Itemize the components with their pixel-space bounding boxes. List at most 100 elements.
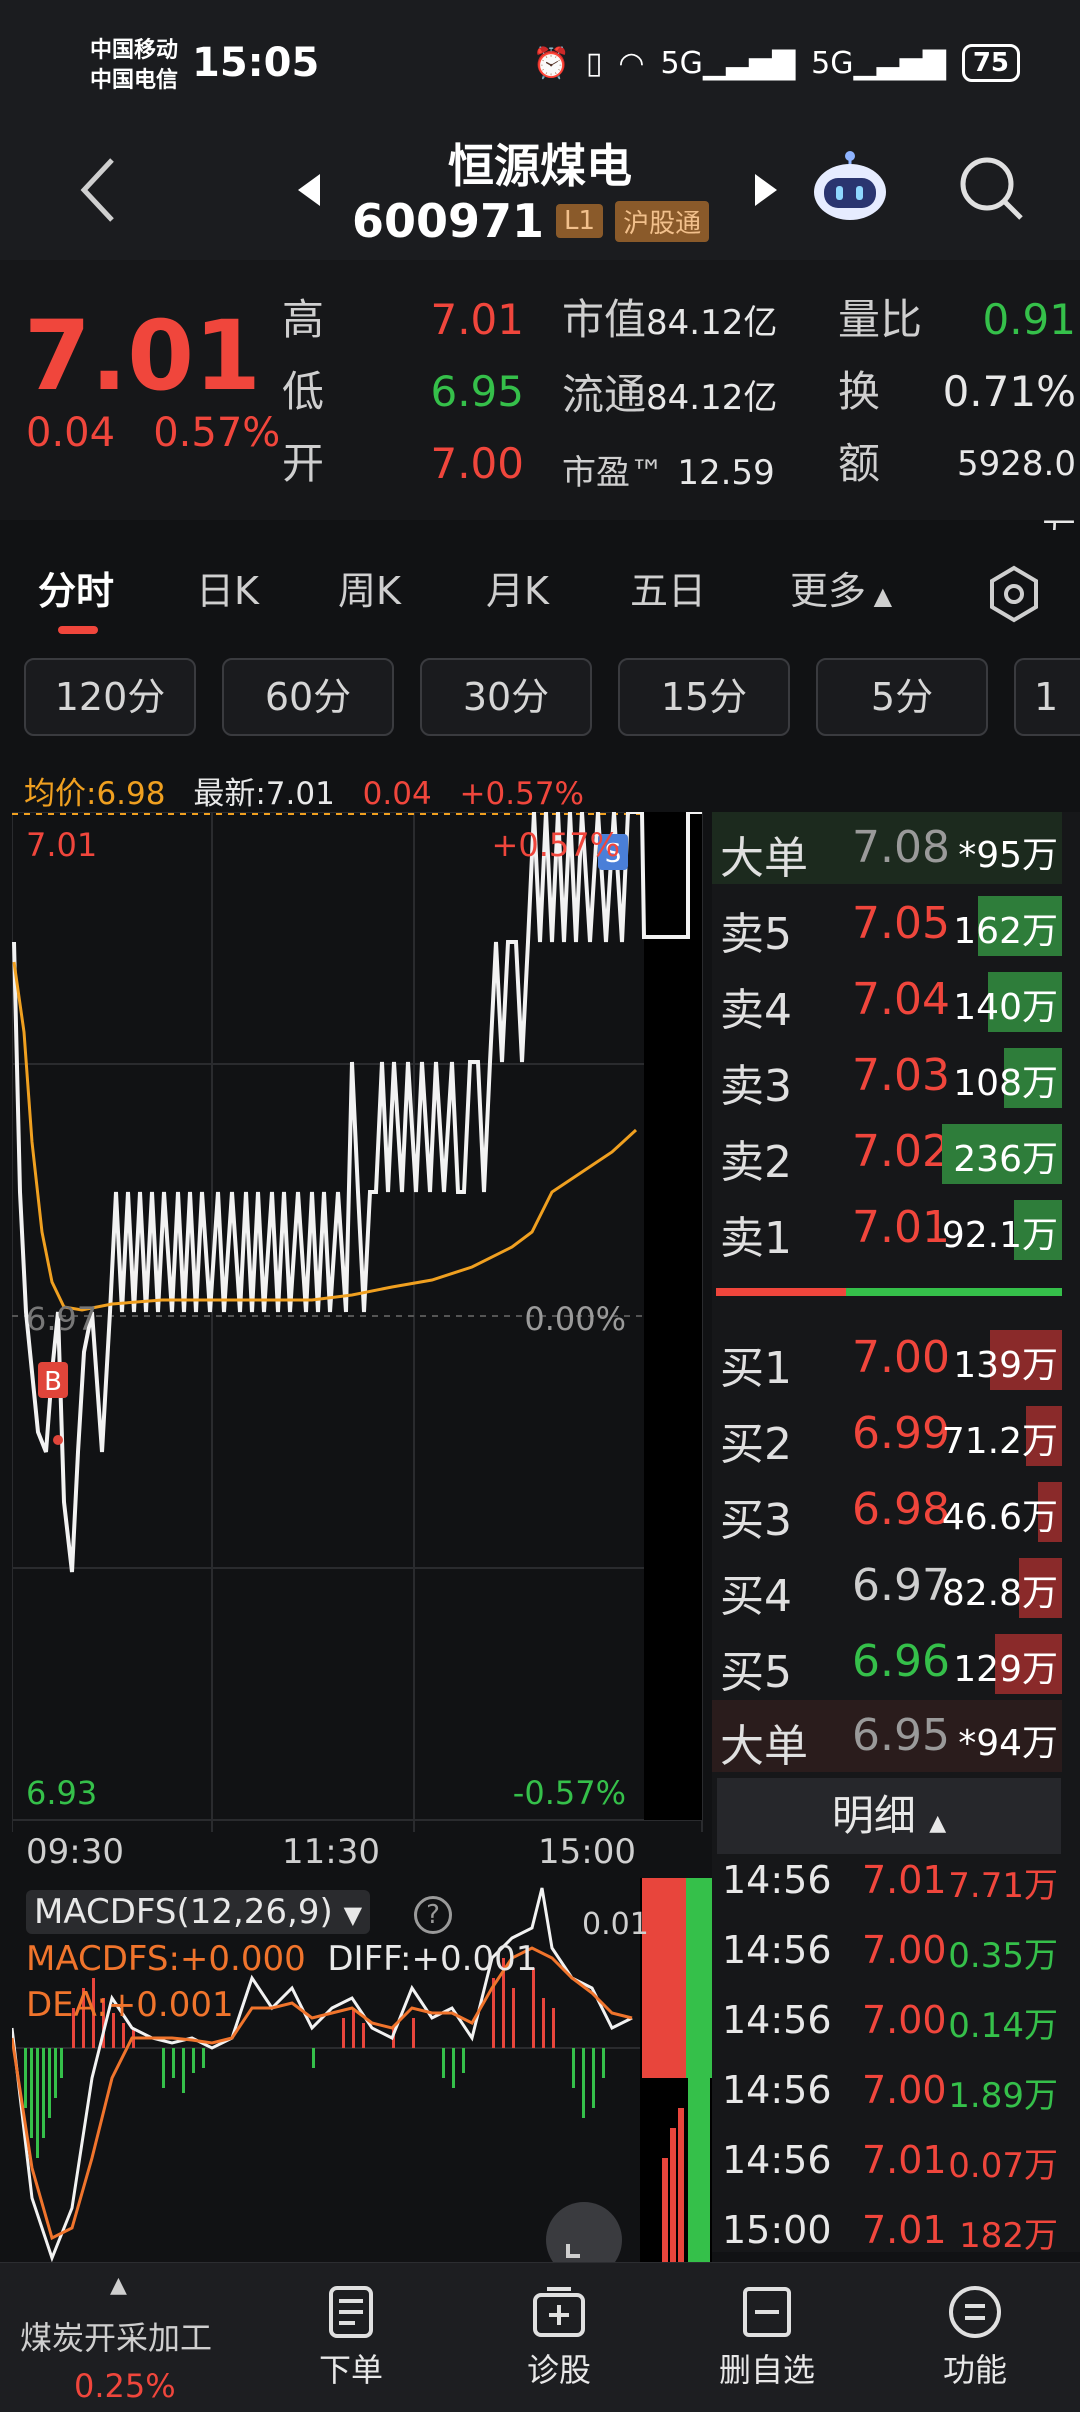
bid-price: 7.00 xyxy=(852,1332,950,1383)
avg-price: 均价:6.98 xyxy=(24,776,166,812)
trade-volume: 7.71万 xyxy=(948,1866,1058,1906)
low-value: 6.95 xyxy=(430,367,524,416)
nav-remove-watchlist[interactable]: 删自选 xyxy=(692,2285,842,2391)
ask-volume: 140万 xyxy=(953,987,1058,1028)
search-button[interactable] xyxy=(955,152,1027,224)
big-sell-label: 大单 xyxy=(720,833,808,884)
signal-2: 5G▁▃▅▇ xyxy=(811,45,946,81)
trade-volume: 0.07万 xyxy=(948,2146,1058,2186)
trade-list[interactable]: 14:56 7.01 7.71万 14:56 7.00 0.35万 14:56 7.00 0.1… xyxy=(712,1854,1080,2262)
ask-row[interactable]: 卖1 7.01 92.1万 xyxy=(712,1192,1062,1264)
title-bar: 恒源煤电 600971 L1 沪股通 xyxy=(0,130,1080,260)
period-120[interactable]: 120分 xyxy=(24,658,196,736)
ask-volume: 162万 xyxy=(953,911,1058,952)
period-60[interactable]: 60分 xyxy=(222,658,394,736)
tab-intraday[interactable]: 分时 xyxy=(38,560,114,615)
trade-row: 14:56 7.00 1.89万 xyxy=(722,2068,1062,2136)
low-label: 低 xyxy=(282,367,325,416)
big-buy-volume: *94万 xyxy=(958,1723,1058,1764)
amount-label: 额 xyxy=(838,439,881,488)
big-sell-row: 大单 7.08 *95万 xyxy=(712,812,1062,884)
next-stock-button[interactable] xyxy=(745,160,785,220)
turnover-value: 0.71% xyxy=(942,367,1076,416)
bid-label: 买4 xyxy=(720,1571,792,1622)
volume-ratio-value: 0.91 xyxy=(982,295,1076,344)
robot-icon xyxy=(814,151,886,220)
carrier-2: 中国电信 xyxy=(90,68,179,93)
macd-axis-label: 0.01 xyxy=(582,1907,649,1942)
bid-price: 6.97 xyxy=(852,1560,950,1611)
ask-label: 卖2 xyxy=(720,1137,792,1188)
diff-value: DIFF:+0.001 xyxy=(327,1939,538,1979)
nav-functions[interactable]: 功能 xyxy=(900,2285,1050,2391)
trade-time: 15:00 xyxy=(722,2208,832,2252)
minus-box-icon xyxy=(743,2287,791,2337)
stock-code-row: 600971 L1 沪股通 xyxy=(352,194,710,248)
bid-row[interactable]: 买1 7.00 139万 xyxy=(712,1322,1062,1394)
carrier-1: 中国移动 xyxy=(90,38,179,63)
period-5[interactable]: 5分 xyxy=(816,658,988,736)
tab-five-day[interactable]: 五日 xyxy=(630,560,706,615)
change-value: 0.04 xyxy=(26,410,116,456)
tab-monthly-k[interactable]: 月K xyxy=(486,560,549,615)
macd-indicator-selector[interactable]: MACDFS(12,26,9) ▼ xyxy=(26,1890,371,1934)
bid-row[interactable]: 买5 6.96 129万 xyxy=(712,1626,1062,1698)
tab-more[interactable]: 更多 ▲ xyxy=(790,560,892,615)
chart-info-line: 均价:6.98 最新:7.01 0.04 +0.57% xyxy=(24,768,602,813)
ask-row[interactable]: 卖3 7.03 108万 xyxy=(712,1040,1062,1112)
trade-price: 7.01 xyxy=(862,1858,947,1902)
ask-volume: 236万 xyxy=(953,1139,1058,1180)
triangle-up-icon: ▲ xyxy=(866,582,893,610)
ai-assistant-button[interactable] xyxy=(808,146,892,230)
chart-settings-button[interactable] xyxy=(984,564,1044,624)
bid-row[interactable]: 买3 6.98 46.6万 xyxy=(712,1474,1062,1546)
ask-row[interactable]: 卖5 7.05 162万 xyxy=(712,888,1062,960)
high-label: 高 xyxy=(282,295,325,344)
ask-label: 卖3 xyxy=(720,1061,792,1112)
trade-price: 7.00 xyxy=(862,1998,947,2042)
nav-diagnose[interactable]: 诊股 xyxy=(484,2285,634,2391)
trade-volume: 182万 xyxy=(959,2216,1058,2256)
bid-volume: 71.2万 xyxy=(941,1421,1058,1462)
chart-tabs: 分时 日K 周K 月K 五日 更多 ▲ xyxy=(0,530,1080,650)
sector-name: 煤炭开采加工 xyxy=(20,2319,213,2357)
intraday-chart[interactable]: B S 7.01 +0.57% 6.97 0.00% 6.93 -0.57% xyxy=(12,812,712,1832)
macd-values: MACDFS:+0.000 DIFF:+0.001 DEA:+0.001 xyxy=(26,1936,537,2028)
period-30[interactable]: 30分 xyxy=(420,658,592,736)
period-1[interactable]: 1 xyxy=(1014,658,1080,736)
ask-row[interactable]: 卖2 7.02 236万 xyxy=(712,1116,1062,1188)
spread-bar xyxy=(716,1288,1062,1296)
y-mid-label: 6.97 xyxy=(26,1300,97,1338)
change-row: 0.04 0.57% xyxy=(26,410,280,456)
bid-price: 6.96 xyxy=(852,1636,950,1687)
bid-volume: 46.6万 xyxy=(941,1497,1058,1538)
tab-daily-k[interactable]: 日K xyxy=(196,560,259,615)
pe-ratio: 市盈™ 12.59 xyxy=(562,453,775,493)
bottom-nav: ▲ 煤炭开采加工 0.25% 下单 诊股 删自选 功能 xyxy=(0,2262,1080,2412)
nav-order[interactable]: 下单 xyxy=(276,2285,426,2391)
tab-weekly-k[interactable]: 周K xyxy=(338,560,401,615)
big-buy-row: 大单 6.95 *94万 xyxy=(712,1700,1062,1772)
tab-underline xyxy=(58,626,98,634)
period-15[interactable]: 15分 xyxy=(618,658,790,736)
y-top-pct: +0.57% xyxy=(492,826,620,864)
trade-detail-toggle[interactable]: 明细 ▲ xyxy=(717,1778,1061,1854)
trade-volume: 1.89万 xyxy=(948,2076,1058,2116)
trade-price: 7.00 xyxy=(862,1928,947,1972)
stock-code: 600971 xyxy=(352,194,545,248)
sector-change: 0.25% xyxy=(74,2367,176,2405)
sector-info[interactable]: ▲ 煤炭开采加工 0.25% xyxy=(0,2263,240,2412)
trade-time: 14:56 xyxy=(722,1928,832,1972)
menu-circle-icon xyxy=(949,2286,1001,2338)
ask-row[interactable]: 卖4 7.04 140万 xyxy=(712,964,1062,1036)
y-top-label: 7.01 xyxy=(26,826,97,864)
bid-row[interactable]: 买4 6.97 82.8万 xyxy=(712,1550,1062,1622)
bid-label: 买1 xyxy=(720,1343,792,1394)
battery-icon: 75 xyxy=(961,44,1020,82)
bid-row[interactable]: 买2 6.99 71.2万 xyxy=(712,1398,1062,1470)
bid-volume: 139万 xyxy=(953,1345,1058,1386)
big-buy-label: 大单 xyxy=(720,1721,808,1772)
bid-label: 买3 xyxy=(720,1495,792,1546)
wifi-icon: ◠ xyxy=(618,45,645,81)
help-icon[interactable]: ? xyxy=(414,1896,452,1934)
